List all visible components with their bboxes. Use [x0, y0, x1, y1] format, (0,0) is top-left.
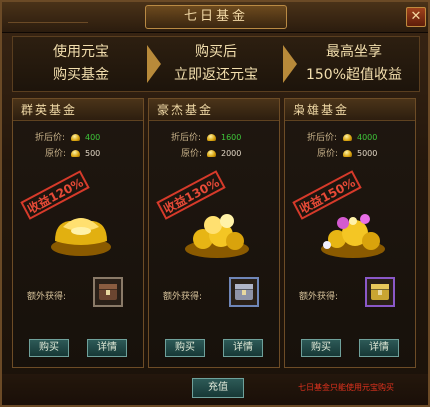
treasure-pile-icon [321, 214, 385, 258]
yuanbao-icon [207, 134, 216, 141]
banner-text: 立即返还元宝 [174, 67, 258, 83]
chest-lock [242, 290, 246, 295]
fund-card-3: 枭雄基金 折后价: 4000 原价: 5000 收益150% 额外获得: 购买 … [284, 98, 416, 368]
original-price-row: 原价: 500 [27, 147, 137, 161]
fund-card-2: 豪杰基金 折后价: 1600 原价: 2000 收益130% 额外获得: 购买 … [148, 98, 280, 368]
discount-price: 1600 [221, 133, 242, 142]
original-price: 500 [85, 149, 101, 158]
buy-button[interactable]: 购买 [301, 339, 341, 357]
yuanbao-icon [343, 150, 352, 157]
banner-text: 购买基金 [53, 67, 109, 83]
yuanbao-icon [207, 150, 216, 157]
fund-name: 群英基金 [13, 99, 143, 121]
extra-reward-label: 额外获得: [299, 292, 339, 302]
gold-coins-icon [185, 214, 249, 258]
reward-chest-icon[interactable] [365, 277, 395, 307]
banner-col-3: 最高坐享 150%超值收益 [291, 41, 417, 87]
discount-price-row: 折后价: 4000 [299, 131, 409, 145]
buy-button[interactable]: 购买 [165, 339, 205, 357]
fund-name: 枭雄基金 [285, 99, 415, 121]
details-button[interactable]: 详情 [87, 339, 127, 357]
buy-button[interactable]: 购买 [29, 339, 69, 357]
original-price-row: 原价: 2000 [163, 147, 273, 161]
title-ornament [8, 8, 88, 23]
fund-window: 七日基金 ✕ 使用元宝 购买基金 购买后 立即返还元宝 最高坐享 150%超值收… [0, 0, 430, 407]
gold-ingot-icon [51, 218, 111, 256]
banner-col-2: 购买后 立即返还元宝 [156, 41, 276, 87]
discount-price: 4000 [357, 133, 378, 142]
details-button[interactable]: 详情 [359, 339, 399, 357]
fund-card-1: 群英基金 折后价: 400 原价: 500 收益120% 额外获得: 购买 详情 [12, 98, 144, 368]
discount-price-row: 折后价: 400 [27, 131, 137, 145]
banner-text: 150%超值收益 [305, 67, 403, 83]
original-price: 5000 [357, 149, 378, 158]
discount-price: 400 [85, 133, 101, 142]
discount-label: 折后价: [307, 133, 338, 143]
chest-lock [378, 290, 382, 295]
discount-label: 折后价: [35, 133, 66, 143]
banner-text: 购买后 [195, 44, 237, 60]
reward-chest-icon[interactable] [229, 277, 259, 307]
discount-label: 折后价: [171, 133, 202, 143]
close-icon[interactable]: ✕ [406, 7, 426, 27]
discount-price-row: 折后价: 1600 [163, 131, 273, 145]
footer-note: 七日基金只能使用元宝购买 [298, 383, 394, 392]
original-label: 原价: [317, 149, 339, 159]
yuanbao-icon [71, 150, 80, 157]
details-button[interactable]: 详情 [223, 339, 263, 357]
chest-lock [106, 290, 110, 295]
intro-banner: 使用元宝 购买基金 购买后 立即返还元宝 最高坐享 150%超值收益 [12, 36, 420, 92]
yuanbao-icon [343, 134, 352, 141]
yuanbao-icon [71, 134, 80, 141]
window-title: 七日基金 [145, 5, 287, 29]
reward-chest-icon[interactable] [93, 277, 123, 307]
extra-reward-label: 额外获得: [163, 292, 203, 302]
fund-name: 豪杰基金 [149, 99, 279, 121]
banner-col-1: 使用元宝 购买基金 [17, 41, 145, 87]
recharge-button[interactable]: 充值 [192, 378, 244, 398]
banner-text: 最高坐享 [326, 44, 382, 60]
extra-reward-label: 额外获得: [27, 292, 67, 302]
original-label: 原价: [181, 149, 203, 159]
title-bar: 七日基金 ✕ [2, 2, 428, 33]
original-label: 原价: [45, 149, 67, 159]
original-price: 2000 [221, 149, 242, 158]
banner-text: 使用元宝 [53, 44, 109, 60]
original-price-row: 原价: 5000 [299, 147, 409, 161]
